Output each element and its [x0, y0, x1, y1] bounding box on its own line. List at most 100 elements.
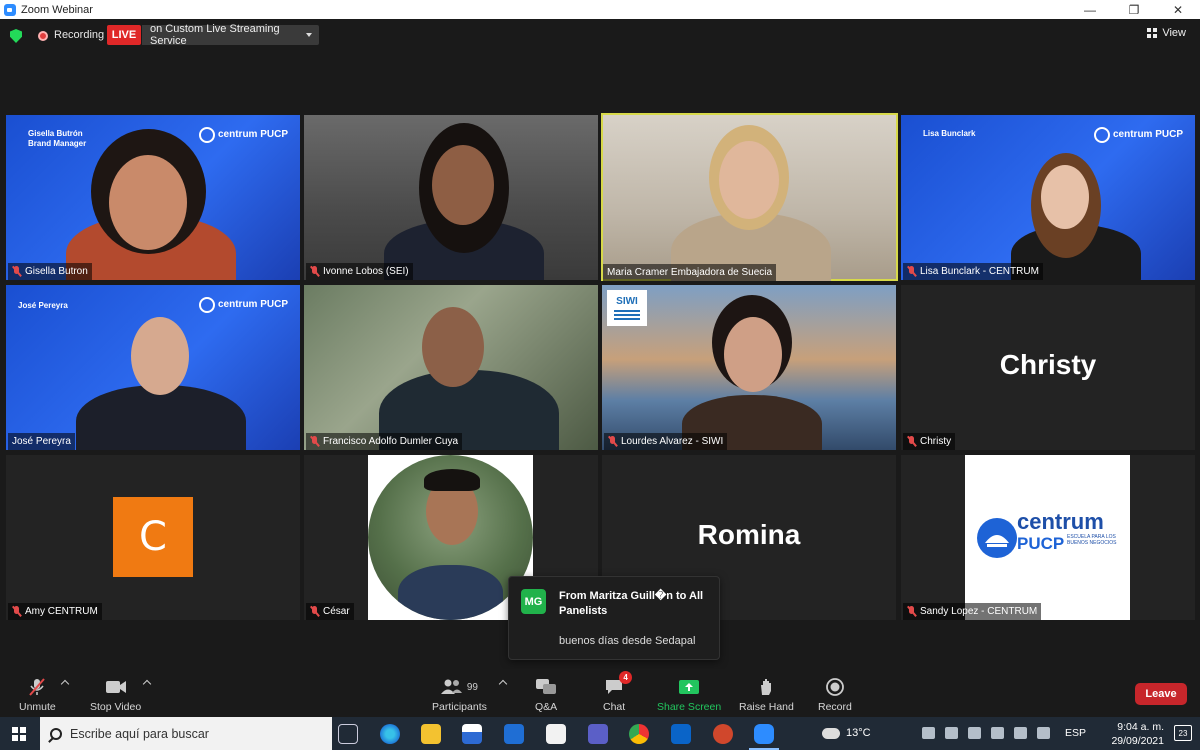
video-tile-jose[interactable]: José Pereyra centrum PUCP José Pereyra: [6, 285, 300, 450]
mic-muted-icon: [907, 606, 916, 617]
close-button[interactable]: ✕: [1156, 0, 1200, 19]
chat-sender-line: From Maritza Guill�n to All Panelists: [559, 590, 704, 617]
mic-muted-icon: [27, 677, 47, 697]
video-tile-lourdes[interactable]: SIWI Lourdes Alvarez - SIWI: [602, 285, 896, 450]
notepad-icon[interactable]: [546, 724, 566, 744]
maximize-button[interactable]: ❐: [1112, 0, 1156, 19]
file-explorer-icon[interactable]: [421, 724, 441, 744]
recording-label[interactable]: Recording: [54, 29, 104, 41]
record-icon: [825, 677, 845, 697]
network-icon[interactable]: [1014, 727, 1027, 739]
live-stream-dropdown[interactable]: on Custom Live Streaming Service: [142, 23, 319, 47]
video-tile-maria-active-speaker[interactable]: Maria Cramer Embajadora de Suecia: [601, 113, 898, 281]
window-title: Zoom Webinar: [21, 3, 93, 16]
chat-message-text: buenos días desde Sedapal: [559, 635, 696, 647]
mic-muted-icon: [12, 266, 21, 277]
volume-icon[interactable]: [1037, 727, 1050, 739]
meeting-controls: Unmute Stop Video 99 Participants Q&A 4 …: [0, 669, 1200, 717]
edge-browser-icon[interactable]: [380, 724, 400, 744]
qa-button[interactable]: Q&A: [535, 677, 557, 713]
dropbox-icon[interactable]: [968, 727, 981, 739]
mic-muted-icon: [907, 266, 916, 277]
video-tile-gisella[interactable]: Gisella Butrón Brand Manager centrum PUC…: [6, 115, 300, 280]
participant-name-tag: Maria Cramer Embajadora de Suecia: [603, 264, 777, 281]
mail-icon[interactable]: [504, 724, 524, 744]
participant-name-tag: Amy CENTRUM: [8, 603, 102, 620]
centrum-logo: centrum PUCP: [198, 127, 288, 143]
minimize-button[interactable]: —: [1068, 0, 1112, 19]
meeting-topbar: Recording LIVE on Custom Live Streaming …: [0, 19, 1200, 53]
participant-name-tag: Lourdes Alvarez - SIWI: [604, 433, 728, 450]
audio-options-chevron-icon[interactable]: [60, 679, 70, 689]
recording-icon: [38, 31, 48, 41]
mic-muted-icon: [310, 266, 319, 277]
participant-face: [719, 141, 779, 219]
video-camera-icon: [105, 677, 127, 697]
leave-button[interactable]: Leave: [1135, 683, 1187, 705]
taskbar-clock[interactable]: 9:04 a. m. 29/09/2021: [1111, 720, 1164, 748]
weather-widget[interactable]: 13°C: [822, 727, 871, 739]
battery-icon[interactable]: [991, 727, 1004, 739]
clock-date: 29/09/2021: [1111, 735, 1164, 747]
centrum-wordmark: centrum: [1017, 509, 1104, 534]
raise-hand-icon: [758, 677, 774, 697]
window-titlebar: Zoom Webinar — ❐ ✕: [0, 0, 1200, 19]
video-tile-sandy[interactable]: centrum PUCP ESCUELA PARA LOS BUENOS NEG…: [901, 455, 1195, 620]
participant-face: [724, 317, 782, 392]
raise-hand-button[interactable]: Raise Hand: [739, 677, 794, 713]
participants-button[interactable]: 99 Participants: [432, 677, 487, 713]
video-options-chevron-icon[interactable]: [142, 679, 152, 689]
window-controls: — ❐ ✕: [1068, 0, 1200, 19]
participant-face: [1041, 165, 1089, 229]
participant-name-tag: César: [306, 603, 354, 620]
security-shield-icon[interactable]: [10, 29, 22, 43]
centrum-logo: centrum PUCP: [1093, 127, 1183, 143]
zoom-taskbar-icon[interactable]: [754, 724, 774, 744]
task-view-icon[interactable]: [338, 724, 358, 744]
tile-overlay-caption: Lisa Bunclark: [923, 129, 976, 138]
chat-button[interactable]: 4 Chat: [603, 671, 633, 713]
powerpoint-icon[interactable]: [713, 724, 733, 744]
caret-down-icon: [306, 33, 312, 37]
share-screen-button[interactable]: Share Screen: [657, 677, 721, 713]
view-label: View: [1162, 27, 1186, 39]
tile-overlay-caption: José Pereyra: [18, 301, 68, 310]
video-tile-lisa[interactable]: Lisa Bunclark centrum PUCP Lisa Bunclark…: [901, 115, 1195, 280]
onedrive-icon[interactable]: [945, 727, 958, 739]
live-stream-label: on Custom Live Streaming Service: [150, 23, 280, 47]
participants-icon: 99: [440, 677, 478, 697]
video-tile-ivonne[interactable]: Ivonne Lobos (SEI): [304, 115, 598, 280]
participants-options-chevron-icon[interactable]: [498, 679, 508, 689]
chat-icon: 4: [604, 671, 633, 697]
tray-icons: [922, 727, 1050, 739]
video-tile-amy[interactable]: C Amy CENTRUM: [6, 455, 300, 620]
teams-icon[interactable]: [588, 724, 608, 744]
video-tile-christy[interactable]: Christy Christy: [901, 285, 1195, 450]
centrum-tagline: ESCUELA PARA LOS BUENOS NEGOCIOS: [1067, 534, 1117, 546]
centrum-pucp-logo-card: centrum PUCP ESCUELA PARA LOS BUENOS NEG…: [965, 455, 1130, 620]
video-tile-francisco[interactable]: Francisco Adolfo Dumler Cuya: [304, 285, 598, 450]
input-language[interactable]: ESP: [1065, 727, 1086, 739]
participant-avatar: C: [113, 497, 193, 577]
record-button[interactable]: Record: [818, 677, 852, 713]
participant-face: [109, 155, 187, 250]
view-button[interactable]: View: [1147, 27, 1186, 39]
show-hidden-icons-icon[interactable]: [922, 727, 935, 739]
participant-name-tag: Gisella Butron: [8, 263, 92, 280]
participant-face: [131, 317, 189, 395]
chat-notification-popup[interactable]: MG From Maritza Guill�n to All Panelists…: [508, 576, 720, 660]
taskbar-search-box[interactable]: Escribe aquí para buscar: [40, 717, 332, 750]
clock-time: 9:04 a. m.: [1117, 721, 1164, 733]
outlook-icon[interactable]: [671, 724, 691, 744]
siwi-logo: SIWI: [607, 290, 647, 326]
unmute-button[interactable]: Unmute: [19, 677, 56, 713]
microsoft-store-icon[interactable]: [462, 724, 482, 744]
windows-start-icon[interactable]: [12, 727, 26, 741]
tile-overlay-caption: Gisella Butrón Brand Manager: [28, 129, 87, 149]
chrome-icon[interactable]: [629, 724, 649, 744]
stop-video-button[interactable]: Stop Video: [90, 677, 141, 713]
participant-name-tag: Lisa Bunclark - CENTRUM: [903, 263, 1043, 280]
mic-muted-icon: [608, 436, 617, 447]
participant-display-name: Christy: [999, 349, 1097, 380]
notification-center-icon[interactable]: 23: [1174, 725, 1192, 741]
